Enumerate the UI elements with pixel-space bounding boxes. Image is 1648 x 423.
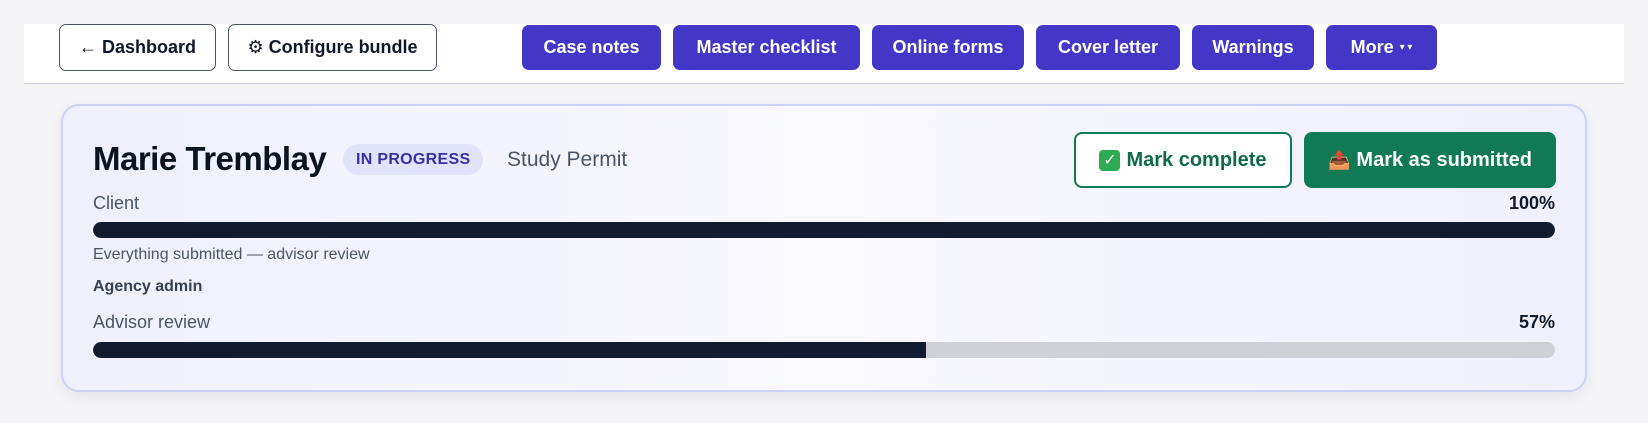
master-checklist-label: Master checklist xyxy=(696,37,837,57)
advisor-progress-label: Advisor review xyxy=(93,312,211,332)
more-menu-button[interactable]: More ▾ ▾ xyxy=(1326,25,1437,70)
advisor-progress-bar xyxy=(93,342,1555,358)
check-icon: ✓ xyxy=(1099,149,1121,171)
client-progress-bar xyxy=(93,222,1555,238)
case-notes-label: Case notes xyxy=(543,37,640,57)
outbox-tray-icon: 📤 xyxy=(1327,149,1351,170)
status-badge: IN PROGRESS xyxy=(343,144,484,175)
master-checklist-button[interactable]: Master checklist xyxy=(673,25,860,70)
cover-letter-button[interactable]: Cover letter xyxy=(1036,25,1180,70)
client-name: Marie Tremblay xyxy=(93,140,327,177)
dashboard-button[interactable]: ← Dashboard xyxy=(59,24,216,71)
case-summary-card: Marie Tremblay IN PROGRESS Study Permit … xyxy=(61,104,1587,392)
cover-letter-label: Cover letter xyxy=(1057,37,1159,57)
client-progress-fill xyxy=(93,222,1555,238)
client-progress-label: Client xyxy=(93,193,140,213)
case-notes-button[interactable]: Case notes xyxy=(522,25,661,70)
dashboard-button-label: ← Dashboard xyxy=(78,37,197,57)
advisor-progress-percent: 57% xyxy=(1518,312,1555,332)
top-toolbar: ← Dashboard ⚙ Configure bundle Case note… xyxy=(24,24,1624,84)
client-progress-note: Everything submitted — advisor review xyxy=(93,246,370,263)
online-forms-button[interactable]: Online forms xyxy=(872,25,1024,70)
mark-complete-button[interactable]: ✓ Mark complete xyxy=(1074,132,1292,188)
configure-bundle-label: ⚙ Configure bundle xyxy=(247,37,418,57)
agency-admin-heading: Agency admin xyxy=(93,278,203,295)
advisor-progress-fill xyxy=(93,342,927,358)
mark-submitted-label: Mark as submitted xyxy=(1356,148,1533,171)
warnings-label: Warnings xyxy=(1212,37,1294,57)
mark-submitted-button[interactable]: 📤 Mark as submitted xyxy=(1304,132,1556,188)
chevron-down-icon: ▾ ▾ xyxy=(1399,42,1413,53)
mark-complete-label: Mark complete xyxy=(1126,148,1267,171)
warnings-button[interactable]: Warnings xyxy=(1192,25,1314,70)
client-progress-percent: 100% xyxy=(1508,193,1555,213)
online-forms-label: Online forms xyxy=(892,37,1004,57)
more-menu-label: More xyxy=(1350,37,1394,57)
application-type: Study Permit xyxy=(507,148,628,171)
configure-bundle-button[interactable]: ⚙ Configure bundle xyxy=(228,24,437,71)
